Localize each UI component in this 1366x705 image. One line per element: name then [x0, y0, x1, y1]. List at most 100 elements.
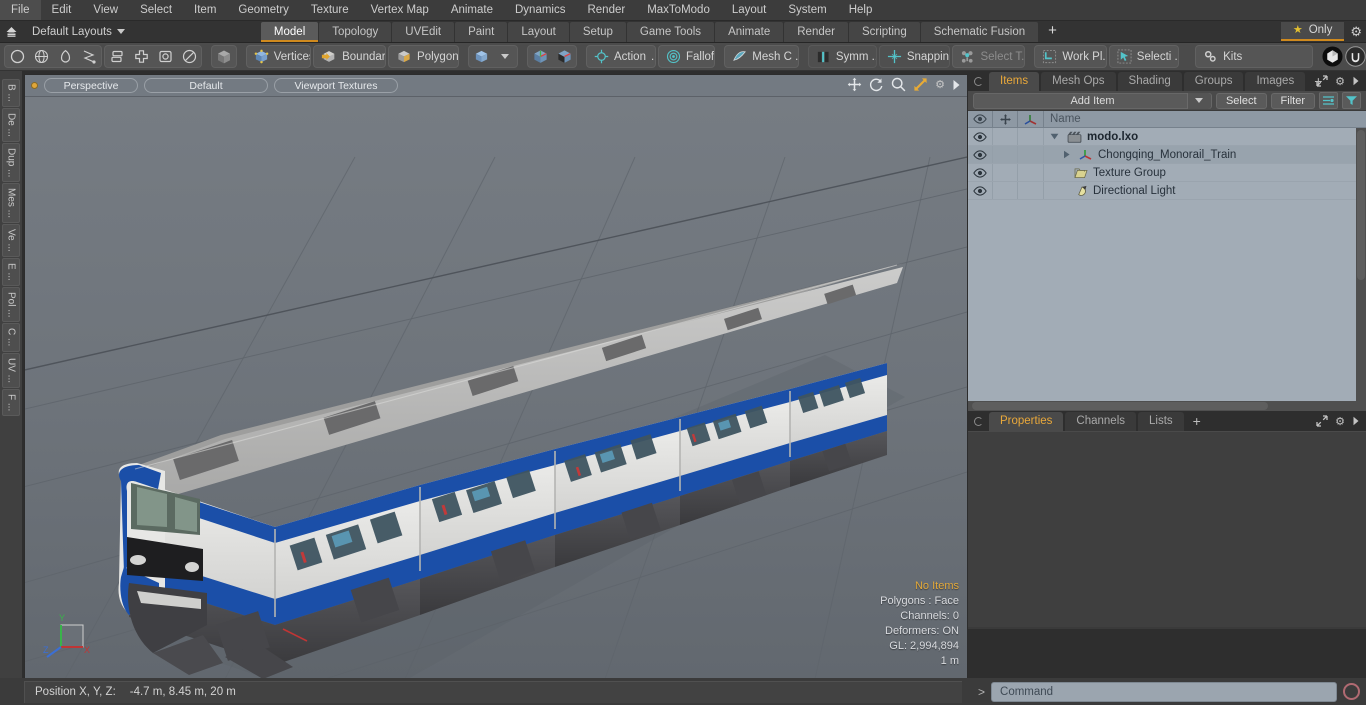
- add-item-button[interactable]: Add Item: [973, 92, 1212, 109]
- item-row-texture-group[interactable]: Texture Group: [1044, 167, 1366, 179]
- selection-set-button[interactable]: Selecti ...: [1108, 45, 1180, 68]
- item-list-vertical-scrollbar[interactable]: [1356, 128, 1366, 401]
- row-lock-cell[interactable]: [993, 164, 1018, 181]
- row-visibility-toggle[interactable]: [968, 128, 993, 145]
- layout-tab-paint[interactable]: Paint: [455, 21, 508, 42]
- layout-tab-layout[interactable]: Layout: [508, 21, 569, 42]
- left-tab-curve[interactable]: C ...: [2, 323, 20, 352]
- radial-icon[interactable]: [177, 46, 201, 68]
- axis-gizmo-icon[interactable]: [528, 46, 552, 68]
- row-visibility-toggle[interactable]: [968, 146, 993, 163]
- layout-tab-schematic-fusion[interactable]: Schematic Fusion: [920, 21, 1039, 42]
- cube-icon[interactable]: [212, 46, 236, 68]
- work-plane-button[interactable]: Work Pl...: [1034, 45, 1107, 68]
- row-transform-cell[interactable]: [1018, 128, 1044, 145]
- menu-item-dynamics[interactable]: Dynamics: [504, 0, 576, 20]
- expand-icon[interactable]: [1316, 75, 1328, 87]
- substance-icon[interactable]: [1322, 46, 1343, 68]
- menu-item-geometry[interactable]: Geometry: [227, 0, 300, 20]
- box-select-icon[interactable]: [153, 46, 177, 68]
- table-row[interactable]: Chongqing_Monorail_Train: [968, 146, 1366, 164]
- funnel-icon[interactable]: [1342, 92, 1361, 109]
- layout-tab-render[interactable]: Render: [784, 21, 848, 42]
- more-arrow-icon[interactable]: [952, 79, 961, 91]
- left-tab-uv[interactable]: UV ...: [2, 352, 20, 388]
- menu-item-file[interactable]: File: [0, 0, 41, 20]
- pen-icon[interactable]: [53, 46, 77, 68]
- table-row[interactable]: Directional Light: [968, 182, 1366, 200]
- menu-item-layout[interactable]: Layout: [721, 0, 778, 20]
- only-toggle-button[interactable]: ★ Only: [1280, 22, 1345, 41]
- mirror-icon[interactable]: [105, 46, 129, 68]
- panel-menu-dot-icon[interactable]: [974, 416, 983, 426]
- left-tab-vertex[interactable]: Ve ...: [2, 224, 20, 257]
- menu-item-help[interactable]: Help: [838, 0, 884, 20]
- panel-tab-shading[interactable]: Shading: [1117, 71, 1182, 91]
- row-visibility-toggle[interactable]: [968, 164, 993, 181]
- viewport-shading-dropdown[interactable]: Viewport Textures: [274, 78, 398, 93]
- item-row-scene[interactable]: modo.lxo: [1044, 131, 1366, 143]
- selection-cube-icon[interactable]: [469, 46, 493, 68]
- viewport-scene[interactable]: Y X Z No Items Polygons : Face Channels:…: [25, 97, 967, 679]
- layout-tab-scripting[interactable]: Scripting: [848, 21, 920, 42]
- position-readout[interactable]: Position X, Y, Z: -4.7 m, 8.45 m, 20 m: [24, 680, 962, 703]
- record-icon[interactable]: [1343, 683, 1360, 700]
- panel-tab-properties[interactable]: Properties: [989, 411, 1064, 431]
- gear-icon[interactable]: ⚙: [1350, 24, 1362, 40]
- axis-gizmo-dark-icon[interactable]: [552, 46, 576, 68]
- layout-tab-uvedit[interactable]: UVEdit: [392, 21, 455, 42]
- symmetry-button[interactable]: Symm ...: [807, 45, 877, 68]
- viewport-3d[interactable]: Perspective Default Viewport Textures ⚙: [24, 74, 968, 679]
- action-center-button[interactable]: Action ...: [586, 45, 656, 68]
- boundary-button[interactable]: Boundary: [313, 45, 387, 68]
- command-input[interactable]: Command: [991, 681, 1337, 702]
- left-tab-polygon[interactable]: Pol ...: [2, 286, 20, 323]
- menu-item-vertex-map[interactable]: Vertex Map: [360, 0, 440, 20]
- item-row-directional-light[interactable]: Directional Light: [1044, 185, 1366, 197]
- layout-tab-animate[interactable]: Animate: [715, 21, 784, 42]
- row-transform-cell[interactable]: [1018, 146, 1044, 163]
- row-lock-cell[interactable]: [993, 146, 1018, 163]
- item-list[interactable]: Name modo.lxo Chongqing_Monorail_Train T…: [968, 111, 1366, 411]
- add-item-dropdown-icon[interactable]: [1186, 92, 1211, 109]
- layout-tab-model[interactable]: Model: [260, 21, 319, 42]
- viewport-options-dot[interactable]: [31, 82, 38, 89]
- panel-tab-mesh-ops[interactable]: Mesh Ops: [1041, 71, 1116, 91]
- table-row[interactable]: modo.lxo: [968, 128, 1366, 146]
- rotate-icon[interactable]: [869, 77, 884, 92]
- menu-item-maxtomodo[interactable]: MaxToModo: [636, 0, 721, 20]
- more-arrow-icon[interactable]: [1352, 76, 1360, 86]
- circle-icon[interactable]: [5, 46, 29, 68]
- collapse-arrow-icon[interactable]: [1062, 150, 1074, 159]
- layout-tab-game-tools[interactable]: Game Tools: [626, 21, 715, 42]
- panel-tab-groups[interactable]: Groups: [1183, 71, 1244, 91]
- globe-icon[interactable]: [29, 46, 53, 68]
- home-icon[interactable]: [0, 21, 22, 42]
- row-lock-cell[interactable]: [993, 128, 1018, 145]
- table-row[interactable]: Texture Group: [968, 164, 1366, 182]
- viewport-gear-icon[interactable]: ⚙: [935, 78, 945, 91]
- vertices-button[interactable]: Vertices: [245, 45, 312, 68]
- zoom-icon[interactable]: [891, 77, 906, 92]
- gear-icon[interactable]: ⚙: [1335, 415, 1345, 428]
- menu-item-edit[interactable]: Edit: [41, 0, 83, 20]
- add-shape-icon[interactable]: [129, 46, 153, 68]
- left-tab-duplicate[interactable]: Dup ...: [2, 142, 20, 183]
- menu-item-select[interactable]: Select: [129, 0, 183, 20]
- layout-tab-setup[interactable]: Setup: [569, 21, 626, 42]
- select-through-button[interactable]: Select T...: [952, 45, 1026, 68]
- expand-icon[interactable]: [1316, 415, 1328, 427]
- item-list-horizontal-scrollbar[interactable]: [968, 401, 1366, 411]
- expand-arrow-icon[interactable]: [1050, 132, 1062, 141]
- left-tab-basic[interactable]: B ...: [2, 79, 20, 107]
- add-properties-tab-button[interactable]: +: [1186, 412, 1208, 431]
- menu-item-system[interactable]: System: [777, 0, 837, 20]
- panel-menu-dot-icon[interactable]: [974, 76, 983, 86]
- menu-item-item[interactable]: Item: [183, 0, 227, 20]
- item-row-monorail-train[interactable]: Chongqing_Monorail_Train: [1044, 148, 1366, 161]
- unreal-icon[interactable]: [1345, 46, 1366, 68]
- fit-icon[interactable]: [913, 77, 928, 92]
- left-tab-mesh-edit[interactable]: Mes ...: [2, 183, 20, 224]
- default-layouts-dropdown[interactable]: Default Layouts: [22, 26, 133, 38]
- list-options-icon[interactable]: [1319, 92, 1338, 109]
